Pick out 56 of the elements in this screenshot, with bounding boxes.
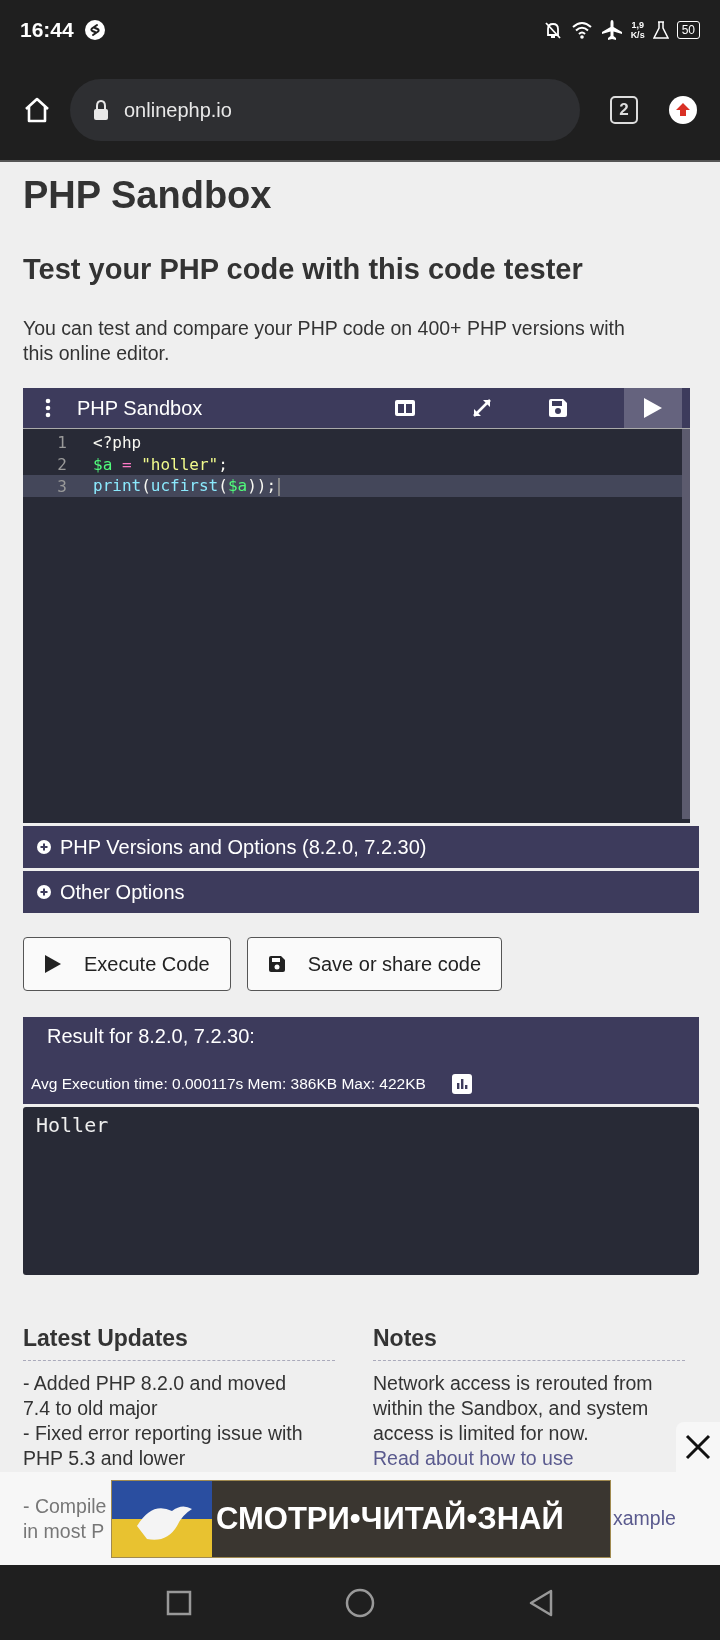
address-bar[interactable]: onlinephp.io [70, 79, 580, 141]
options-panel-header[interactable]: Other Options [23, 871, 699, 913]
intro-text: You can test and compare your PHP code on 400+ PHP versions with this online editor. [23, 316, 626, 366]
more-vertical-icon[interactable] [45, 398, 51, 418]
network-unit: K/s [630, 30, 645, 40]
network-speed: 1,9 [631, 20, 644, 30]
line-number: 3 [56, 476, 68, 496]
notes-text: Network access is rerouted from within the Sandbox, and system access is limited for now. Read about how to use [373, 1371, 654, 1471]
output-text: Holler [36, 1113, 109, 1137]
page-title: PHP Sandbox [23, 174, 273, 217]
section-heading: Latest Updates [23, 1325, 335, 1361]
close-ad-button[interactable] [676, 1422, 720, 1472]
bar-chart-icon[interactable] [451, 1074, 472, 1094]
section-heading: Notes [373, 1325, 685, 1361]
update-item: - Fixed error reporting issue with PHP 5.3 and lower [23, 1421, 304, 1471]
link[interactable]: Read about how to use [373, 1447, 574, 1469]
execution-stats: Avg Execution time: 0.000117s Mem: 386KB Max: 422KB [31, 1075, 426, 1093]
home-circle-icon[interactable] [345, 1587, 375, 1618]
wifi-icon [570, 20, 593, 40]
plus-circle-icon [37, 885, 51, 899]
expand-icon[interactable] [472, 398, 492, 418]
code-line: print(ucfirst($a)); [93, 476, 281, 496]
airplane-icon [600, 19, 623, 41]
tab-count-button[interactable]: 2 [610, 96, 638, 124]
back-triangle-icon[interactable] [527, 1588, 554, 1617]
close-icon [685, 1434, 711, 1460]
save-button[interactable]: Save or share code [246, 937, 503, 991]
line-number: 1 [56, 432, 68, 452]
run-button[interactable] [624, 388, 682, 428]
battery-indicator: 50 [676, 21, 700, 39]
page-subtitle: Test your PHP code with this code tester [23, 253, 584, 286]
result-title: Result for 8.2.0, 7.2.30: [46, 1025, 256, 1048]
line-number: 2 [56, 454, 68, 474]
execute-button[interactable]: Execute Code [23, 937, 231, 991]
plus-circle-icon [37, 840, 51, 854]
scrollbar-track[interactable] [682, 429, 690, 819]
update-text-fragment: in most P [23, 1518, 106, 1544]
split-view-icon[interactable] [394, 399, 416, 417]
play-icon [643, 397, 663, 419]
code-editor[interactable]: 1 <?php 2 $a = "holler"; 3 print(ucfirst($a)); [23, 429, 690, 819]
lock-icon [92, 99, 110, 121]
clock-time: 16:44 [20, 18, 74, 42]
options-panel-header[interactable]: PHP Versions and Options (8.2.0, 7.2.30) [23, 826, 699, 868]
ad-text: СМОТРИ•ЧИТАЙ•ЗНАЙ [216, 1500, 564, 1537]
bell-off-icon [542, 20, 563, 40]
code-line: $a = "holler"; [93, 454, 228, 474]
ad-banner[interactable]: СМОТРИ•ЧИТАЙ•ЗНАЙ [111, 1479, 611, 1558]
update-text-fragment: - Compile [23, 1493, 108, 1519]
code-line: <?php [93, 432, 142, 452]
editor-title: PHP Sandbox [77, 396, 204, 420]
resize-handle[interactable] [23, 819, 690, 823]
recent-apps-icon[interactable] [166, 1589, 193, 1616]
update-item: - Added PHP 8.2.0 and moved 7.4 to old major [23, 1371, 288, 1421]
link-fragment[interactable]: xample [611, 1506, 676, 1531]
flask-icon [652, 20, 669, 40]
play-icon [44, 954, 62, 974]
